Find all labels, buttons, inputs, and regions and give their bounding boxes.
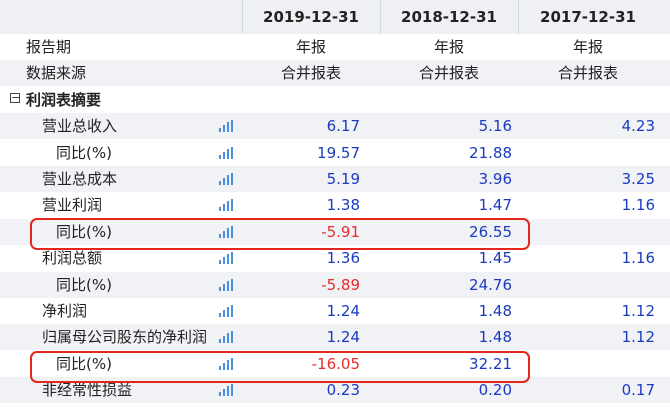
row-label: 利润表摘要 <box>26 90 102 109</box>
table-cell: -5.91 <box>321 222 360 241</box>
table-cell: 年报 <box>295 38 326 56</box>
table-cell: 年报 <box>572 38 603 56</box>
table-row: 同比(%) -5.91 26.55 <box>0 218 670 245</box>
table-cell: 0.23 <box>326 381 360 400</box>
table-cell: 1.48 <box>478 328 512 347</box>
table-cell: 1.24 <box>326 302 360 320</box>
bar-chart-icon[interactable] <box>219 305 233 317</box>
bar-chart-icon[interactable] <box>219 225 233 238</box>
row-label: 数据来源 <box>26 64 87 83</box>
table-row: 营业总成本 5.19 3.96 3.25 <box>0 166 670 192</box>
column-header-2019[interactable]: 2019-12-31 <box>242 0 380 34</box>
table-cell: 1.47 <box>478 196 512 215</box>
table-cell: 1.48 <box>478 302 512 320</box>
table-cell <box>535 351 655 377</box>
table-cell: 5.19 <box>326 170 360 188</box>
table-cell: 1.16 <box>621 196 655 215</box>
row-label: 利润总额 <box>42 249 103 268</box>
table-row: 归属母公司股东的净利润 1.24 1.48 1.12 <box>0 324 670 351</box>
table-cell <box>535 219 655 245</box>
table-cell: 21.88 <box>469 143 512 162</box>
row-label: 营业总成本 <box>42 170 118 188</box>
row-label: 净利润 <box>42 302 88 320</box>
row-label: 同比(%) <box>56 275 112 294</box>
table-row: 数据来源 合并报表 合并报表 合并报表 <box>0 60 670 87</box>
bar-chart-icon[interactable] <box>219 278 233 291</box>
bar-chart-icon[interactable] <box>219 357 233 370</box>
table-row: 营业利润 1.38 1.47 1.16 <box>0 192 670 218</box>
table-cell: 5.16 <box>478 117 512 136</box>
table-cell <box>535 140 655 166</box>
bar-chart-icon[interactable] <box>219 173 233 185</box>
table-cell <box>240 87 360 113</box>
table-cell: 32.21 <box>469 354 512 373</box>
table-cell: 0.20 <box>478 381 512 400</box>
table-cell <box>392 87 512 113</box>
table-cell: 19.57 <box>317 143 360 162</box>
table-row: 同比(%) 19.57 21.88 <box>0 140 670 166</box>
table-cell: 4.23 <box>621 117 655 136</box>
bar-chart-icon[interactable] <box>219 120 233 133</box>
table-cell: 1.12 <box>621 302 655 320</box>
table-cell: 6.17 <box>326 117 360 136</box>
table-row: 利润总额 1.36 1.45 1.16 <box>0 245 670 271</box>
row-label: 报告期 <box>26 38 72 56</box>
collapse-minus-icon[interactable]: − <box>10 92 20 103</box>
bar-chart-icon[interactable] <box>219 252 233 265</box>
column-header-2018[interactable]: 2018-12-31 <box>380 0 518 34</box>
table-row: 非经常性损益 0.23 0.20 0.17 <box>0 377 670 404</box>
table-cell: 1.24 <box>326 328 360 347</box>
table-cell: 1.12 <box>621 328 655 347</box>
table-cell: 1.16 <box>621 249 655 268</box>
table-cell: 年报 <box>433 38 464 56</box>
table-cell: 合并报表 <box>418 64 479 83</box>
table-cell: 3.25 <box>621 170 655 188</box>
bar-chart-icon[interactable] <box>219 146 233 159</box>
table-cell: 合并报表 <box>280 64 341 83</box>
table-cell: 1.45 <box>478 249 512 268</box>
table-cell <box>535 87 655 113</box>
table-header: 2019-12-31 2018-12-31 2017-12-31 <box>0 0 670 34</box>
table-row: 同比(%) -16.05 32.21 <box>0 351 670 377</box>
row-label: 归属母公司股东的净利润 <box>42 328 208 347</box>
row-label: 同比(%) <box>56 143 112 162</box>
bar-chart-icon[interactable] <box>219 384 233 397</box>
table-cell: 合并报表 <box>557 64 618 83</box>
table-cell: 1.38 <box>326 196 360 215</box>
table-cell: 26.55 <box>469 222 512 241</box>
row-label: 非经常性损益 <box>42 381 133 400</box>
section-row: − 利润表摘要 <box>0 87 670 113</box>
bar-chart-icon[interactable] <box>219 199 233 212</box>
table-cell: 3.96 <box>478 170 512 188</box>
table-row: 净利润 1.24 1.48 1.12 <box>0 298 670 324</box>
row-label: 同比(%) <box>56 354 112 373</box>
table-row: 营业总收入 6.17 5.16 4.23 <box>0 113 670 140</box>
row-label: 营业总收入 <box>42 117 118 136</box>
table-cell: -5.89 <box>321 275 360 294</box>
table-cell <box>535 272 655 298</box>
row-label: 营业利润 <box>42 196 103 215</box>
table-row: 报告期 年报 年报 年报 <box>0 34 670 60</box>
table-cell: 0.17 <box>621 381 655 400</box>
table-row: 同比(%) -5.89 24.76 <box>0 271 670 298</box>
table-cell: 24.76 <box>469 275 512 294</box>
column-header-2017[interactable]: 2017-12-31 <box>518 0 658 34</box>
table-cell: -16.05 <box>311 354 360 373</box>
bar-chart-icon[interactable] <box>219 331 233 344</box>
table-cell: 1.36 <box>326 249 360 268</box>
row-label: 同比(%) <box>56 222 112 241</box>
